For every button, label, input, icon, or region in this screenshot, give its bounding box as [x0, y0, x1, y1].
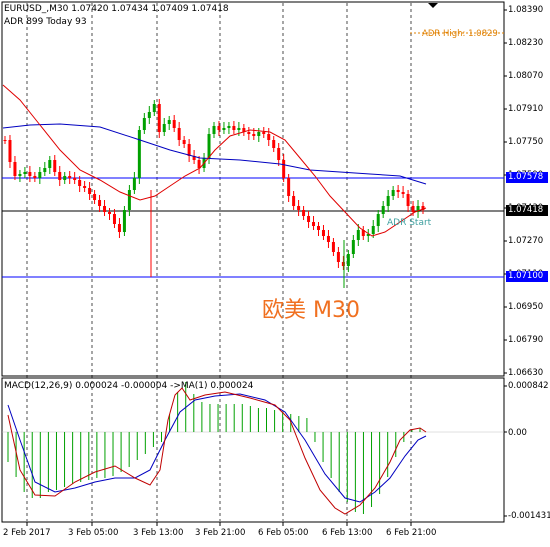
adr-start-label: ADR Start — [387, 218, 432, 228]
candlesticks[interactable] — [3, 99, 425, 288]
price-axis-label: 1.07750 — [508, 137, 544, 147]
time-axis-label: 6 Feb 21:00 — [386, 528, 437, 538]
price-tag-upper: 1.07578 — [506, 172, 548, 183]
price-axis-label: 1.06790 — [508, 335, 544, 345]
time-axis-label: 6 Feb 13:00 — [322, 528, 373, 538]
time-axis-label: 3 Feb 21:00 — [195, 528, 246, 538]
macd-indicator-label: MACD(12,26,9) 0.000024 -0.000004 ->MA(1)… — [4, 381, 254, 391]
adr-high-label: ADR High: 1.0829 — [422, 29, 498, 39]
macd-panel-frame — [1, 377, 505, 523]
price-axis-label: 1.08230 — [508, 38, 544, 48]
macd-axis-bottom: -0.001431 — [508, 511, 550, 521]
time-axis-label: 6 Feb 05:00 — [258, 528, 309, 538]
price-axis-label: 1.08390 — [508, 5, 544, 15]
chart-symbol-label: EURUSD_,M30 1.07420 1.07434 1.07409 1.07… — [4, 4, 229, 14]
time-axis-label: 2 Feb 2017 — [3, 528, 51, 538]
macd-histogram — [7, 382, 421, 514]
price-tag-lower: 1.07100 — [506, 271, 548, 282]
price-tag-current: 1.07418 — [506, 205, 548, 216]
period-separators — [26, 3, 412, 521]
price-axis-label: 1.07270 — [508, 236, 544, 246]
price-axis-ticks — [26, 9, 507, 526]
price-axis-label: 1.06630 — [508, 368, 544, 378]
price-axis-label: 1.06950 — [508, 302, 544, 312]
moving-average-fast[interactable] — [2, 84, 427, 237]
watermark-text: 欧美 M30 — [262, 298, 360, 323]
macd-axis-top: 0.000842 — [508, 381, 549, 391]
macd-axis-zero: 0.00 — [508, 428, 527, 438]
adr-label: ADR 899 Today 93 — [4, 17, 87, 27]
main-chart-frame — [1, 1, 505, 377]
time-axis-label: 3 Feb 05:00 — [68, 528, 119, 538]
price-axis-label: 1.08070 — [508, 71, 544, 81]
time-axis-label: 3 Feb 13:00 — [133, 528, 184, 538]
chart-canvas[interactable] — [0, 0, 550, 547]
price-axis-label: 1.07910 — [508, 104, 544, 114]
chart-shift-marker[interactable] — [428, 3, 438, 8]
